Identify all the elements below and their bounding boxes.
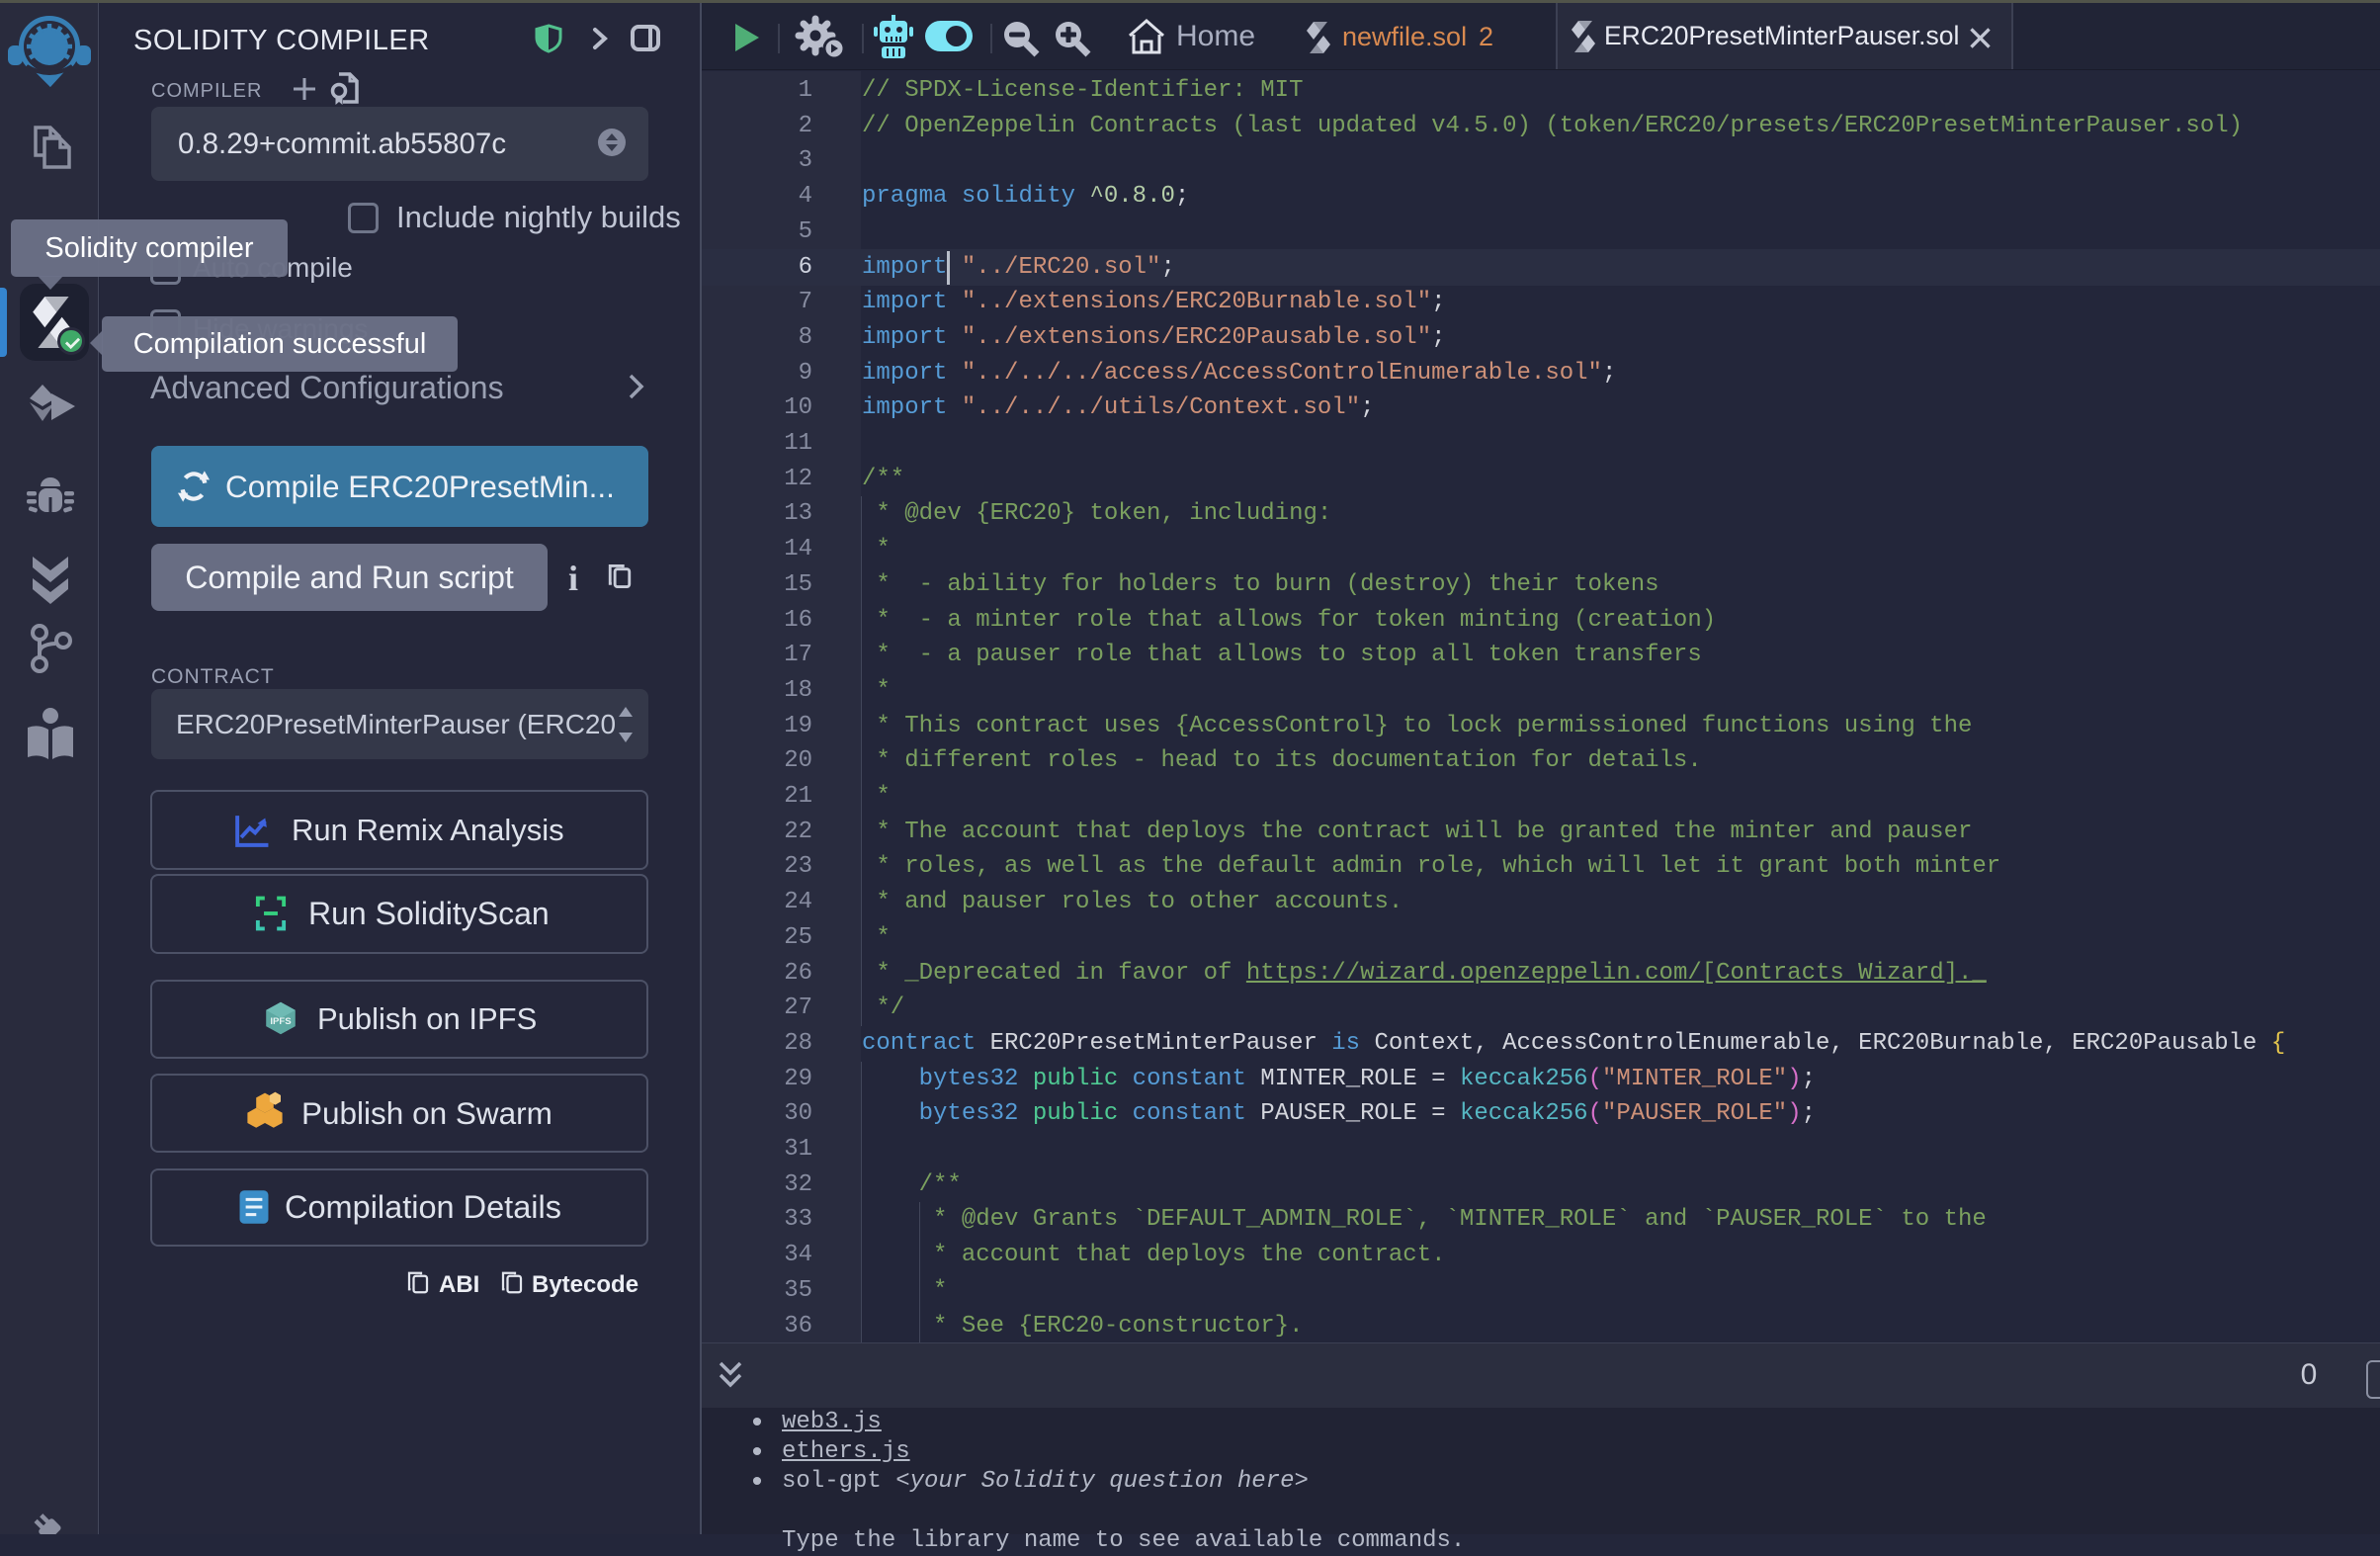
- svg-text:IPFS: IPFS: [270, 1016, 292, 1027]
